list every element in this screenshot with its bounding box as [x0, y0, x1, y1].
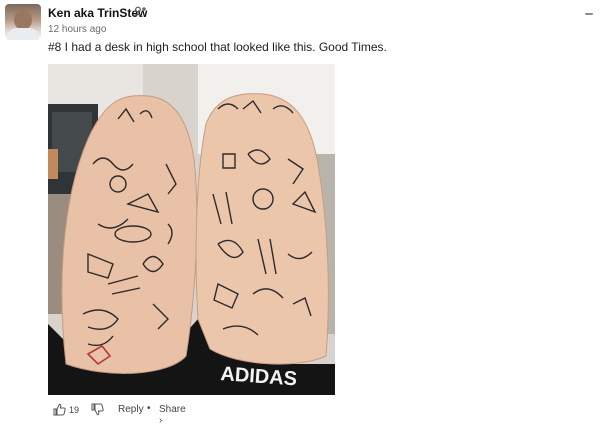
- share-button[interactable]: Share ›: [159, 404, 186, 426]
- comment-text: #8 I had a desk in high school that look…: [48, 40, 387, 54]
- like-count: 19: [69, 405, 80, 415]
- thumbs-down-icon[interactable]: [91, 403, 104, 416]
- avatar[interactable]: [5, 4, 41, 40]
- follow-user-icon[interactable]: [133, 6, 147, 18]
- comment-card: Ken aka TrinStew 12 hours ago #8 I had a…: [0, 0, 600, 426]
- tattooed-legs-image: ADIDAS: [48, 64, 335, 395]
- thumbs-up-icon[interactable]: [53, 403, 66, 416]
- collapse-button[interactable]: [585, 13, 593, 15]
- action-separator: •: [147, 403, 151, 414]
- reply-button[interactable]: Reply: [118, 404, 144, 415]
- avatar-head: [14, 10, 32, 30]
- timestamp: 12 hours ago: [48, 24, 107, 35]
- avatar-shirt: [7, 28, 39, 40]
- comment-photo[interactable]: ADIDAS: [48, 64, 335, 395]
